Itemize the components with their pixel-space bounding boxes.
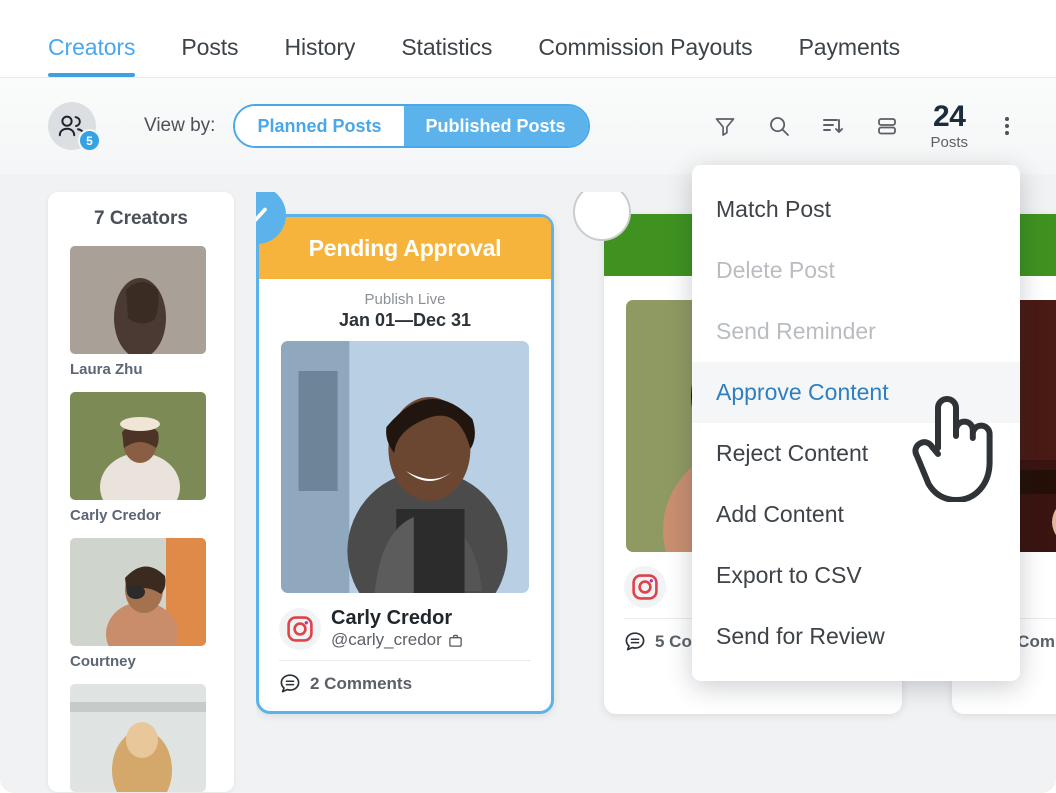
status-badge: Pending Approval — [259, 217, 551, 279]
tab-commission-payouts[interactable]: Commission Payouts — [538, 34, 752, 77]
view-by-toggle[interactable]: Planned Posts Published Posts — [233, 104, 590, 148]
post-image — [281, 341, 529, 593]
tab-label: Posts — [181, 34, 239, 60]
menu-item-approve-content[interactable]: Approve Content — [692, 362, 1020, 423]
tab-creators[interactable]: Creators — [48, 34, 136, 77]
tab-label: Commission Payouts — [538, 34, 753, 60]
toolbar-actions: 24 Posts — [710, 102, 1018, 150]
tab-label: Statistics — [401, 34, 493, 60]
avatar-count-badge: 5 — [78, 129, 101, 152]
creator-name: Carly Credor — [70, 507, 161, 524]
tab-label: History — [284, 34, 356, 60]
toolbar: 5 View by: Planned Posts Published Posts — [0, 78, 1056, 174]
creator-photo — [70, 538, 206, 646]
creators-sidebar: 7 Creators Laura Zhu Carly Credor Courtn… — [48, 192, 234, 792]
creator-thumbnail — [70, 684, 206, 792]
magnifier-glyph — [770, 117, 790, 136]
creator-name: Laura Zhu — [70, 361, 143, 378]
creator-name: Courtney — [70, 653, 136, 670]
creator-thumbnail — [70, 538, 206, 646]
list-item[interactable]: Carly Credor — [70, 392, 212, 524]
menu-item-delete-post: Delete Post — [716, 257, 835, 283]
creators-avatar-button[interactable]: 5 — [48, 102, 101, 152]
dot — [1005, 131, 1009, 135]
instagram-icon — [279, 607, 321, 650]
creator-thumbnail — [70, 392, 206, 500]
view-by-label: View by: — [144, 115, 216, 136]
menu-item-send-for-review[interactable]: Send for Review — [692, 606, 1020, 667]
publish-live-label: Publish Live — [364, 291, 446, 308]
post-actions-menu: Match Post Delete Post Send Reminder App… — [692, 165, 1020, 681]
check-icon — [256, 207, 267, 223]
creator-name: Carly Credor — [331, 607, 453, 629]
posts-count: 24 Posts — [930, 100, 968, 151]
post-card[interactable]: Pending Approval Publish Live Jan 01—Dec… — [256, 192, 554, 714]
creator-photo — [70, 392, 206, 500]
stacked-rows-glyph — [878, 118, 897, 135]
menu-item-export-to-csv[interactable]: Export to CSV — [692, 545, 1020, 606]
creator-photo — [70, 246, 206, 354]
creators-count-title: 7 Creators — [94, 208, 188, 229]
menu-item-match-post[interactable]: Match Post — [692, 179, 1020, 240]
dot — [1005, 124, 1009, 128]
comment-icon — [280, 674, 300, 693]
tab-label: Payments — [798, 34, 901, 60]
post-photo — [281, 341, 529, 593]
post-comments[interactable]: 2 Comments — [279, 660, 531, 695]
tab-label: Creators — [48, 34, 136, 60]
more-vertical-icon[interactable] — [996, 109, 1018, 143]
tab-history[interactable]: History — [284, 34, 355, 77]
creator-thumbnail — [70, 246, 206, 354]
sort-icon[interactable] — [818, 111, 848, 141]
toggle-planned-posts[interactable]: Planned Posts — [235, 106, 404, 146]
filter-icon[interactable] — [710, 111, 740, 141]
posts-count-number: 24 — [933, 100, 966, 133]
search-icon[interactable] — [764, 111, 794, 141]
creator-handle-row: @carly_credor — [331, 630, 463, 650]
sort-descending-glyph — [823, 119, 844, 133]
post-creator: Carly Credor @carly_credor — [259, 593, 551, 660]
tab-statistics[interactable]: Statistics — [401, 34, 492, 77]
list-item[interactable] — [70, 684, 212, 792]
menu-item-reject-content[interactable]: Reject Content — [692, 423, 1020, 484]
tab-posts[interactable]: Posts — [181, 34, 238, 77]
dot — [1005, 117, 1009, 121]
comments-count: 2 Comments — [310, 674, 413, 693]
creator-photo — [70, 684, 206, 792]
app-window: Creators Posts History Statistics Commis… — [0, 0, 1056, 793]
creator-meta: Carly Credor @carly_credor — [331, 607, 463, 650]
comment-icon — [625, 632, 645, 651]
instagram-glyph — [632, 574, 658, 600]
list-item[interactable]: Laura Zhu — [70, 246, 212, 378]
instagram-glyph — [287, 615, 313, 642]
briefcase-icon — [449, 634, 462, 647]
posts-count-label: Posts — [930, 134, 968, 151]
creator-handle: @carly_credor — [331, 630, 442, 649]
menu-item-send-reminder: Send Reminder — [716, 318, 876, 344]
toggle-published-posts[interactable]: Published Posts — [403, 106, 588, 146]
main-tab-bar: Creators Posts History Statistics Commis… — [0, 0, 1056, 78]
instagram-icon — [624, 566, 666, 608]
publish-range: Jan 01—Dec 31 — [338, 310, 472, 330]
tab-payments[interactable]: Payments — [798, 34, 901, 77]
layout-icon[interactable] — [872, 111, 902, 141]
list-item[interactable]: Courtney — [70, 538, 212, 670]
menu-item-add-content[interactable]: Add Content — [692, 484, 1020, 545]
funnel-glyph — [716, 118, 735, 136]
publish-dates: Publish Live Jan 01—Dec 31 — [259, 279, 551, 341]
